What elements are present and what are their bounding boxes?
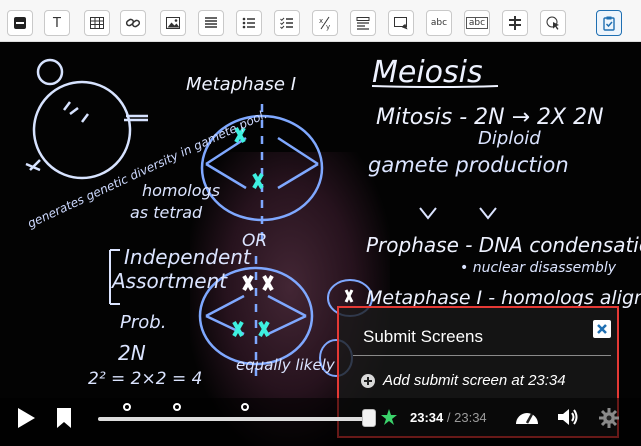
timeline-marker[interactable]	[123, 403, 131, 411]
player-controls	[0, 398, 641, 446]
image-icon[interactable]	[160, 10, 186, 36]
lecture-video[interactable]: Meiosis Mitosis - 2N → 2X 2N Metaphase I…	[0, 42, 641, 446]
svg-text:y: y	[326, 23, 330, 31]
volume-icon[interactable]	[556, 406, 580, 428]
cursor-icon[interactable]	[540, 10, 566, 36]
play-icon[interactable]	[16, 407, 36, 429]
svg-text:x: x	[319, 17, 323, 25]
meiosis-heading: Meiosis	[372, 55, 483, 90]
metaphase-label: Metaphase I	[186, 74, 296, 95]
gamete-line: gamete production	[368, 153, 569, 177]
duration: 23:34	[454, 410, 487, 425]
outline-icon[interactable]	[350, 10, 376, 36]
time-display: 23:34 / 23:34	[410, 410, 487, 425]
prob-label: Prob.	[120, 312, 166, 333]
settings-gear-icon[interactable]	[598, 407, 620, 429]
bookmark-icon[interactable]	[56, 407, 72, 429]
time-separator: /	[446, 410, 451, 425]
tetrad-label: as tetrad	[130, 203, 203, 222]
timeline-playhead[interactable]	[362, 409, 376, 427]
cell-diagram-left	[25, 58, 148, 180]
checklist-icon[interactable]	[274, 10, 300, 36]
equation-label: 2² = 2×2 = 4	[88, 369, 202, 389]
nuclear-line: • nuclear disassembly	[460, 260, 617, 276]
add-submit-screen-label: Add submit screen at 23:34	[383, 372, 566, 389]
close-icon[interactable]	[593, 320, 611, 338]
text-icon[interactable]: T	[44, 10, 70, 36]
table-icon[interactable]	[84, 10, 110, 36]
prophase-line: Prophase - DNA condensation	[366, 233, 641, 257]
screen-select-icon[interactable]	[388, 10, 414, 36]
or-label: OR	[242, 231, 267, 251]
current-time: 23:34	[410, 410, 444, 425]
equally-likely-label: equally likely	[236, 356, 336, 374]
fraction-icon[interactable]: xy	[312, 10, 338, 36]
timeline-marker[interactable]	[241, 403, 249, 411]
star-marker-icon[interactable]	[380, 408, 398, 426]
assortment-label: Assortment	[110, 269, 228, 293]
split-icon[interactable]	[502, 10, 528, 36]
homologs-label: homologs	[142, 181, 220, 200]
divider	[353, 355, 611, 356]
bulleted-list-icon[interactable]	[236, 10, 262, 36]
link-icon[interactable]	[120, 10, 146, 36]
popup-title: Submit Screens	[363, 327, 483, 346]
editor-toolbar: T xy abc abc	[0, 0, 641, 42]
align-icon[interactable]	[198, 10, 224, 36]
independent-label: Independent	[124, 245, 252, 269]
minus-block-icon[interactable]	[7, 10, 33, 36]
add-submit-screen-button[interactable]: Add submit screen at 23:34	[361, 372, 566, 389]
speed-gauge-icon[interactable]	[514, 406, 540, 428]
mitosis-line: Mitosis - 2N → 2X 2N	[376, 105, 604, 130]
two-n-label: 2N	[118, 341, 146, 365]
abc-text-icon[interactable]: abc	[426, 10, 452, 36]
abc-box-icon[interactable]: abc	[464, 10, 490, 36]
diploid-label: Diploid	[478, 128, 541, 149]
timeline-track[interactable]	[98, 417, 374, 421]
clipboard-check-icon[interactable]	[596, 10, 622, 36]
plus-circle-icon	[361, 373, 375, 388]
timeline-marker[interactable]	[173, 403, 181, 411]
